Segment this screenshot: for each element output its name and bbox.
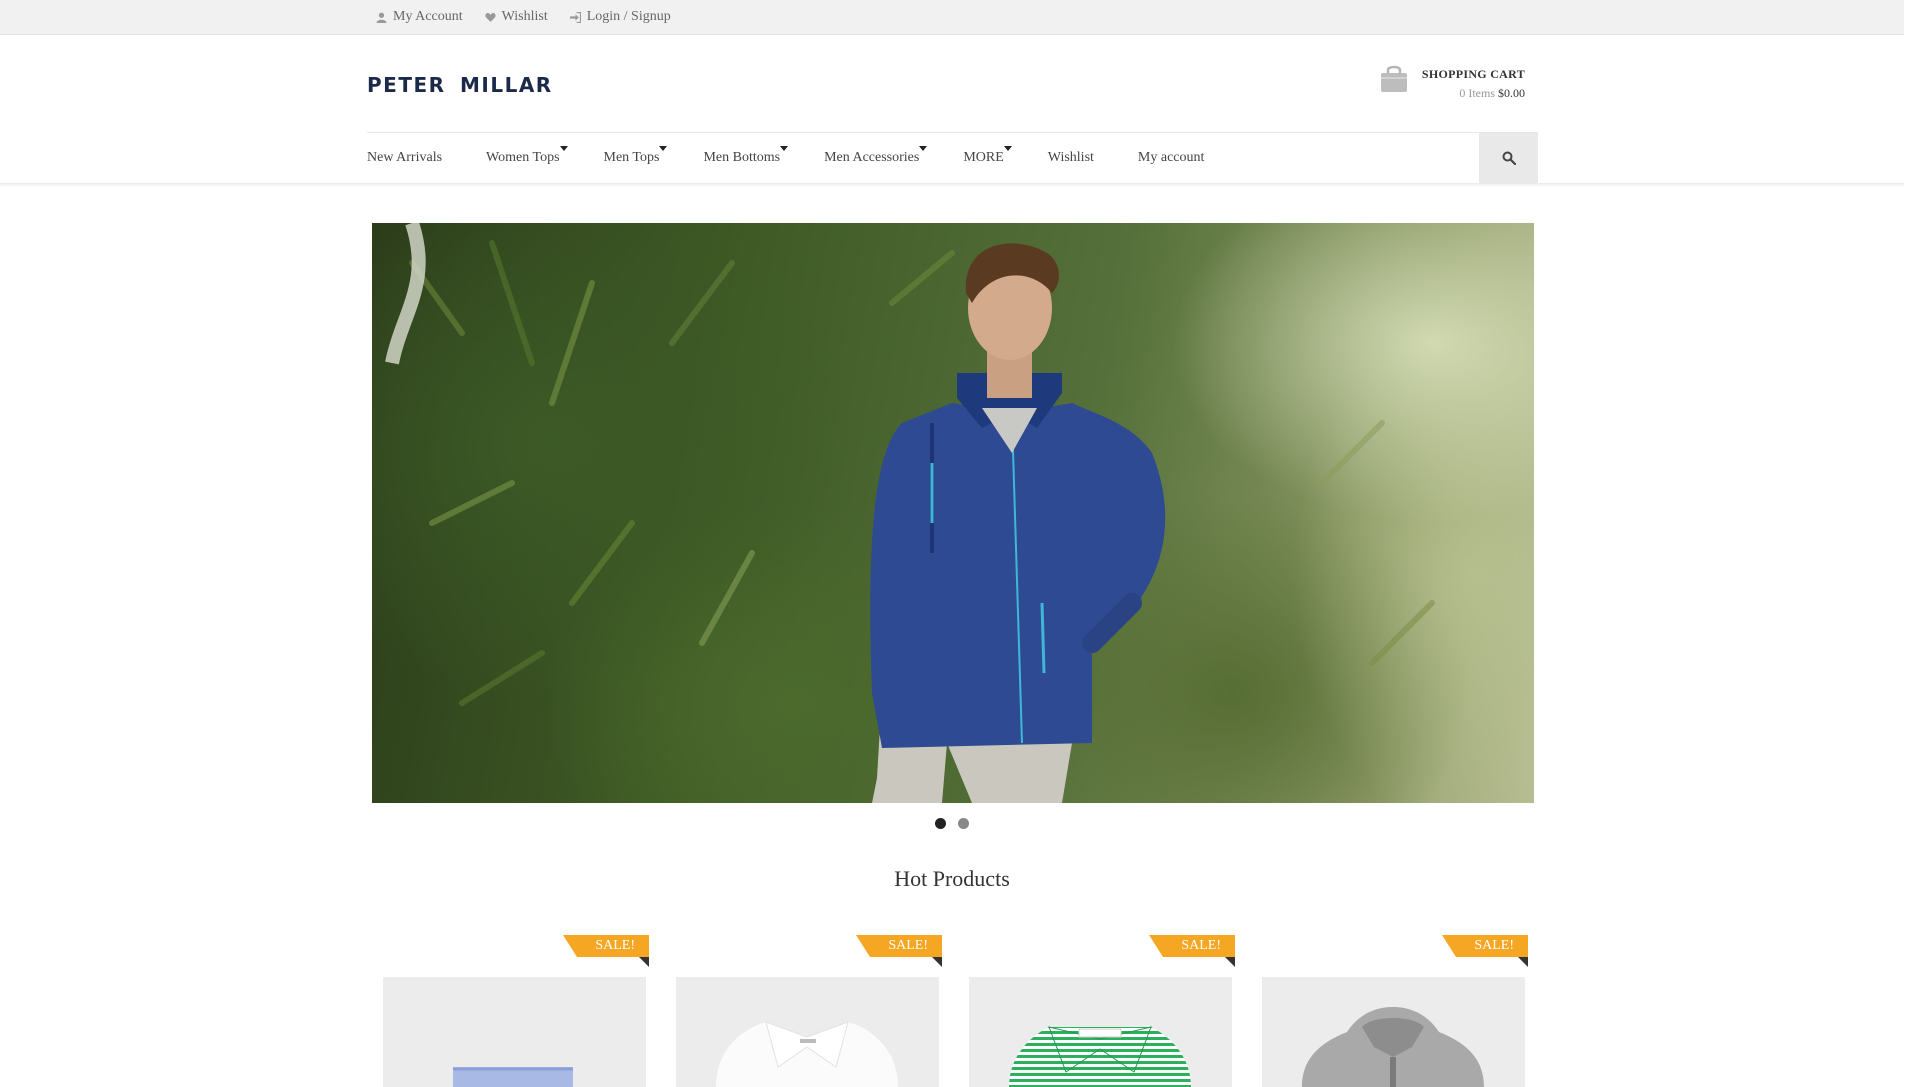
product-card[interactable]: SALE! (1252, 935, 1528, 1087)
slide-dot-1[interactable] (935, 818, 946, 829)
nav-item-men-accessories[interactable]: Men Accessories (824, 146, 928, 166)
sign-in-icon (569, 11, 581, 23)
wishlist-link[interactable]: Wishlist (485, 9, 548, 25)
nav-item-women-tops[interactable]: Women Tops (486, 146, 568, 166)
caret-down-icon (659, 146, 668, 151)
nav-shadow (0, 183, 1904, 187)
cart-title: SHOPPING CART (1421, 67, 1525, 81)
nav-label: My account (1137, 150, 1205, 165)
nav-item-men-bottoms[interactable]: Men Bottoms (703, 146, 789, 166)
login-signup-label: Login / Signup (586, 9, 671, 24)
product-image[interactable] (676, 977, 939, 1087)
shopping-bag-icon (1381, 65, 1407, 92)
sale-badge-fold (1225, 957, 1235, 967)
nav-item-men-tops[interactable]: Men Tops (603, 146, 668, 166)
nav-item-wishlist[interactable]: Wishlist (1048, 150, 1094, 166)
nav-label: Men Accessories (824, 150, 920, 165)
product-image[interactable] (383, 977, 646, 1087)
nav-label: Men Tops (603, 150, 660, 165)
sale-badge: SALE! (1442, 935, 1528, 957)
hero-slide-image[interactable] (372, 223, 1534, 803)
sale-badge-fold (639, 957, 649, 967)
nav-item-more[interactable]: MORE (963, 146, 1012, 166)
heart-icon (485, 12, 496, 22)
caret-down-icon (559, 146, 568, 151)
cart-total: $0.00 (1498, 86, 1525, 100)
product-card[interactable]: SALE! (666, 935, 942, 1087)
nav-label: Men Bottoms (703, 150, 781, 165)
product-image[interactable] (1262, 977, 1525, 1087)
my-account-label: My Account (393, 9, 463, 24)
white-polo-image (716, 1021, 898, 1087)
sale-badge-fold (1518, 957, 1528, 967)
sale-badge: SALE! (563, 935, 649, 957)
caret-down-icon (1003, 146, 1012, 151)
login-signup-link[interactable]: Login / Signup (569, 9, 671, 25)
cart-item-count: 0 Items (1459, 86, 1495, 100)
nav-label: MORE (963, 150, 1004, 165)
caret-down-icon (780, 146, 789, 151)
hero-photo-man-in-jacket (385, 223, 1435, 803)
top-utility-bar: My Account Wishlist Login / Signup (0, 0, 1904, 35)
nav-label: Women Tops (486, 150, 560, 165)
nav-item-new-arrivals[interactable]: New Arrivals (367, 150, 442, 166)
product-card[interactable]: SALE! (959, 935, 1235, 1087)
blue-shorts-image (453, 1067, 573, 1087)
account-links: My Account Wishlist Login / Signup (376, 0, 671, 34)
sale-badge-fold (932, 957, 942, 967)
nav-label: New Arrivals (367, 150, 443, 165)
product-image[interactable] (969, 977, 1232, 1087)
search-icon (1502, 151, 1516, 165)
sale-badge: SALE! (1149, 935, 1235, 957)
caret-down-icon (919, 146, 928, 151)
slider-pagination (935, 818, 969, 829)
nav-label: Wishlist (1047, 150, 1094, 165)
green-polo-image (1009, 1026, 1191, 1087)
shopping-cart-widget[interactable]: SHOPPING CART 0 Items $0.00 (1380, 64, 1525, 104)
product-card[interactable]: SALE! (373, 935, 649, 1087)
my-account-link[interactable]: My Account (376, 9, 463, 25)
main-nav: New Arrivals Women Tops Men Tops Men Bot… (367, 133, 1204, 183)
slide-dot-2[interactable] (958, 818, 969, 829)
brand-logo[interactable]: PETER MILLAR (367, 73, 553, 97)
hot-products-heading: Hot Products (894, 866, 1010, 891)
nav-item-my-account[interactable]: My account (1138, 150, 1204, 166)
search-button[interactable] (1479, 133, 1538, 183)
wishlist-label: Wishlist (501, 9, 548, 24)
grey-hoodie-image (1302, 1007, 1484, 1087)
user-icon (376, 12, 387, 23)
sale-badge: SALE! (856, 935, 942, 957)
cart-summary: 0 Items $0.00 (1459, 86, 1525, 101)
